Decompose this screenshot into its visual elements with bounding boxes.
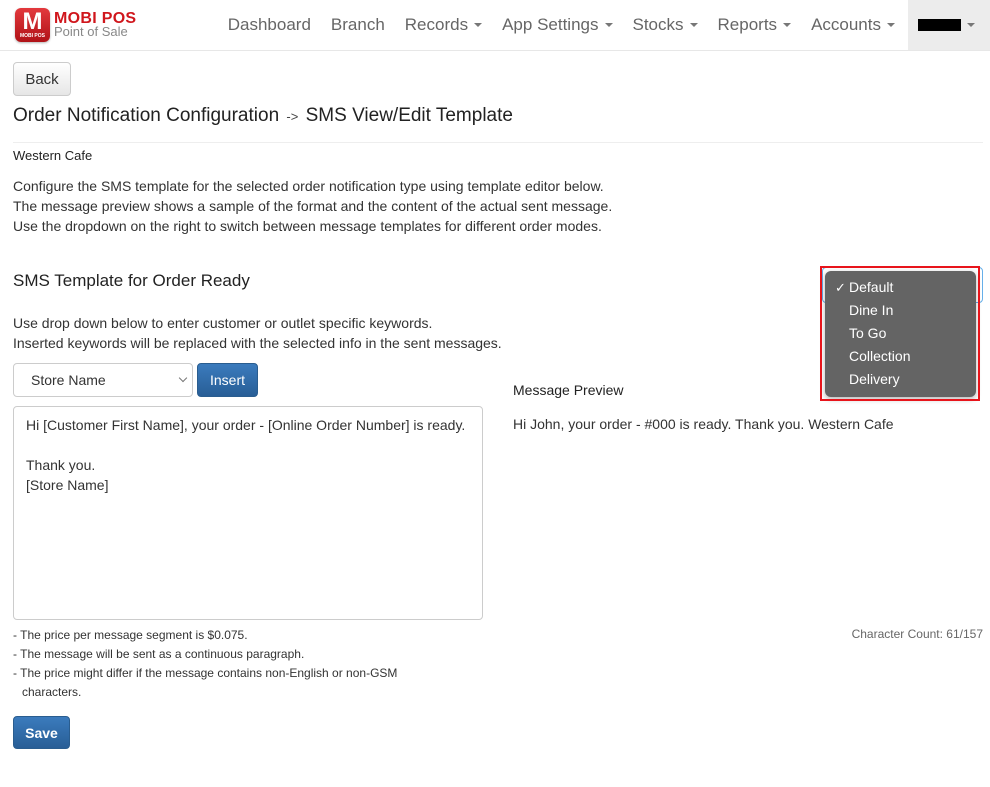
nav-dashboard[interactable]: Dashboard (218, 0, 321, 50)
page-title: Order Notification Configuration -> SMS … (13, 105, 513, 127)
mode-option-collection[interactable]: Collection (825, 345, 976, 368)
section-title: SMS Template for Order Ready (13, 271, 250, 290)
caret-down-icon (967, 23, 975, 27)
nav-accounts-label: Accounts (811, 15, 881, 34)
nav-stocks-label: Stocks (632, 15, 684, 34)
checkmark-icon: ✓ (835, 280, 846, 295)
mode-option-to-go[interactable]: To Go (825, 322, 976, 345)
caret-down-icon (604, 23, 613, 27)
breadcrumb-arrow: -> (286, 109, 299, 124)
nav-reports-label: Reports (717, 15, 778, 34)
character-count: Character Count: 61/157 (851, 627, 983, 641)
message-preview-title: Message Preview (513, 382, 624, 398)
mobi-pos-logo-icon: M MOBI POS (15, 8, 50, 42)
keyword-help: Use drop down below to enter customer or… (13, 313, 502, 353)
pricing-notes: - The price per message segment is $0.07… (13, 626, 453, 702)
note-line: - The price per message segment is $0.07… (13, 628, 248, 642)
back-button[interactable]: Back (13, 62, 71, 96)
page-description: Configure the SMS template for the selec… (13, 176, 612, 236)
caret-down-icon (783, 23, 792, 27)
mode-option-dine-in[interactable]: Dine In (825, 299, 976, 322)
note-line: - The price might differ if the message … (13, 666, 398, 699)
keyword-select[interactable]: Store Name (13, 363, 193, 397)
mode-option-label: Collection (849, 348, 911, 364)
mode-option-default[interactable]: ✓ Default (825, 276, 976, 299)
mode-option-label: Delivery (849, 371, 900, 387)
description-line: Use the dropdown on the right to switch … (13, 218, 602, 234)
caret-down-icon (887, 23, 895, 27)
mode-option-label: Dine In (849, 302, 894, 318)
keyword-help-line: Use drop down below to enter customer or… (13, 315, 433, 331)
page-title-main: Order Notification Configuration (13, 105, 280, 126)
mode-option-label: Default (849, 279, 894, 295)
message-preview-text: Hi John, your order - #000 is ready. Tha… (513, 416, 894, 432)
nav-records[interactable]: Records (395, 0, 492, 50)
logo-subtext: MOBI POS (19, 33, 45, 39)
nav-branch[interactable]: Branch (321, 0, 395, 50)
store-name: Western Cafe (13, 148, 93, 163)
logo-letter: M (22, 8, 43, 35)
chevron-down-icon (178, 373, 188, 383)
keyword-select-value: Store Name (31, 372, 106, 388)
main-nav: Dashboard Branch Records App Settings St… (218, 0, 990, 50)
nav-app-settings[interactable]: App Settings (492, 0, 622, 50)
mode-option-delivery[interactable]: Delivery (825, 368, 976, 391)
template-editor[interactable]: Hi [Customer First Name], your order - [… (13, 406, 483, 620)
top-navbar: M MOBI POS MOBI POS Point of Sale Dashbo… (0, 0, 990, 51)
brand-logo-link[interactable]: M MOBI POS MOBI POS Point of Sale (15, 8, 136, 42)
keyword-help-line: Inserted keywords will be replaced with … (13, 335, 502, 351)
nav-dashboard-label: Dashboard (227, 15, 311, 34)
nav-accounts[interactable]: Accounts (801, 0, 905, 50)
nav-records-label: Records (404, 15, 469, 34)
description-line: Configure the SMS template for the selec… (13, 178, 604, 194)
redacted-username (918, 19, 961, 31)
insert-button[interactable]: Insert (197, 363, 258, 397)
description-line: The message preview shows a sample of th… (13, 198, 613, 214)
user-menu[interactable] (908, 0, 990, 50)
note-line: - The message will be sent as a continuo… (13, 647, 305, 661)
mode-option-label: To Go (849, 325, 887, 341)
nav-app-settings-label: App Settings (502, 15, 599, 34)
brand-subtitle: Point of Sale (54, 24, 128, 39)
title-divider (13, 142, 983, 143)
page-title-sub: SMS View/Edit Template (305, 105, 513, 126)
nav-stocks[interactable]: Stocks (623, 0, 708, 50)
nav-branch-label: Branch (330, 15, 385, 34)
save-button[interactable]: Save (13, 716, 70, 749)
caret-down-icon (689, 23, 698, 27)
nav-reports[interactable]: Reports (708, 0, 802, 50)
order-mode-dropdown-menu: ✓ Default Dine In To Go Collection Deliv… (825, 271, 976, 397)
caret-down-icon (474, 23, 483, 27)
